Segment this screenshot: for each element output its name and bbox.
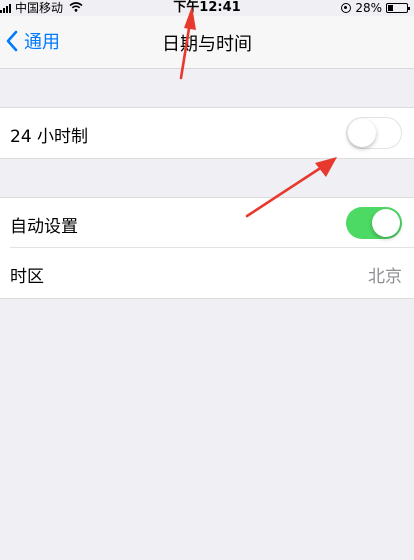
status-right: 28% — [341, 0, 410, 16]
row-auto-set-label: 自动设置 — [10, 217, 78, 237]
row-auto-set: 自动设置 — [0, 198, 414, 248]
navigation-bar: 通用 日期与时间 — [0, 16, 414, 69]
battery-icon — [386, 3, 410, 13]
toggle-auto-set[interactable] — [346, 207, 402, 239]
row-24-hour-label: 24 小时制 — [10, 127, 89, 147]
row-timezone-value: 北京 — [368, 267, 402, 287]
row-timezone[interactable]: 时区 北京 — [0, 248, 414, 298]
status-bar: 中国移动 下午12:41 28% — [0, 0, 414, 16]
row-24-hour: 24 小时制 — [0, 108, 414, 158]
battery-percent: 28% — [355, 1, 382, 15]
toggle-knob — [348, 119, 376, 147]
row-timezone-label: 时区 — [10, 267, 44, 287]
toggle-24-hour[interactable] — [346, 117, 402, 149]
orientation-lock-icon — [341, 3, 352, 13]
page-title: 日期与时间 — [162, 34, 252, 55]
settings-group-24h: 24 小时制 — [0, 107, 414, 159]
toggle-knob — [372, 209, 400, 237]
settings-group-auto: 自动设置 时区 北京 — [0, 197, 414, 299]
